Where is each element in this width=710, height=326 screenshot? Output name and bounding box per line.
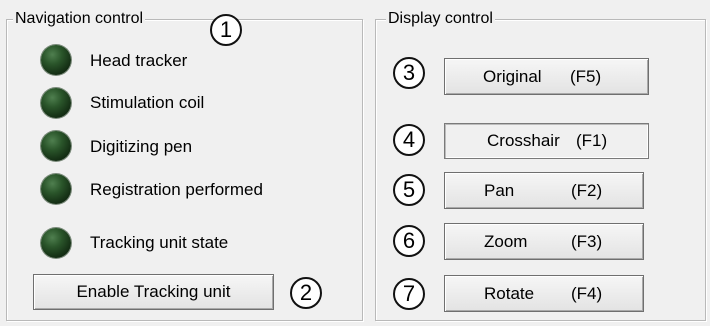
rotate-key: (F4)	[571, 283, 603, 303]
rotate-button[interactable]: Rotate (F4)	[444, 275, 644, 312]
callout-3: 3	[393, 57, 425, 89]
original-button[interactable]: Original (F5)	[444, 58, 649, 95]
enable-tracking-unit-button[interactable]: Enable Tracking unit	[33, 274, 274, 310]
registration-performed-label: Registration performed	[90, 180, 263, 199]
stimulation-coil-label: Stimulation coil	[90, 93, 205, 112]
head-tracker-led-icon	[41, 45, 71, 75]
pan-label: Pan	[484, 180, 515, 200]
tracking-unit-state-led-icon	[41, 228, 71, 258]
original-label: Original	[483, 66, 542, 86]
callout-2: 2	[290, 277, 322, 309]
callout-1: 1	[210, 14, 242, 46]
enable-tracking-unit-label: Enable Tracking unit	[76, 282, 231, 301]
zoom-key: (F3)	[571, 231, 603, 251]
zoom-label: Zoom	[484, 231, 528, 251]
head-tracker-label: Head tracker	[90, 51, 188, 70]
callout-6: 6	[393, 225, 425, 257]
crosshair-label: Crosshair	[487, 131, 560, 150]
original-key: (F5)	[570, 66, 602, 86]
stimulation-coil-led-icon	[41, 88, 71, 118]
crosshair-key: (F1)	[576, 131, 608, 150]
callout-5: 5	[393, 174, 425, 206]
pan-key: (F2)	[571, 180, 603, 200]
nav-group-edge	[350, 86, 362, 116]
pan-button[interactable]: Pan (F2)	[444, 172, 644, 209]
zoom-button[interactable]: Zoom (F3)	[444, 223, 644, 260]
callout-7: 7	[393, 278, 425, 310]
crosshair-button[interactable]: Crosshair (F1)	[444, 123, 649, 159]
callout-4: 4	[393, 124, 425, 156]
registration-performed-led-icon	[41, 174, 71, 204]
display-control-title: Display control	[386, 10, 495, 28]
rotate-label: Rotate	[484, 283, 535, 303]
digitizing-pen-led-icon	[41, 131, 71, 161]
tracking-unit-state-label: Tracking unit state	[90, 233, 229, 252]
digitizing-pen-label: Digitizing pen	[90, 137, 193, 156]
navigation-control-title: Navigation control	[13, 10, 146, 28]
